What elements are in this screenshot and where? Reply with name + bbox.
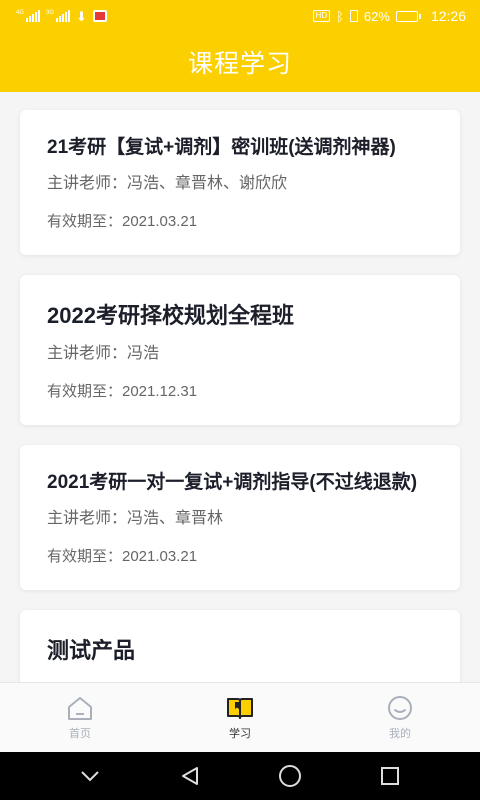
- home-icon: [68, 696, 92, 720]
- bluetooth-icon: ᛒ: [336, 8, 344, 24]
- tab-study[interactable]: 学习: [160, 683, 320, 752]
- home-circle-icon: [279, 765, 301, 787]
- course-title: 2021考研一对一复试+调剂指导(不过线退款): [47, 472, 418, 493]
- recents-square-icon: [381, 767, 399, 785]
- back-triangle-icon: [182, 767, 198, 785]
- bottom-tab-bar: 首页 学习 我的: [0, 682, 480, 752]
- course-teacher: 主讲老师：冯浩: [47, 345, 160, 362]
- chevron-down-icon: [81, 771, 99, 782]
- system-nav-bar: [0, 752, 480, 800]
- tab-mine[interactable]: 我的: [320, 683, 480, 752]
- page-title: 课程学习: [187, 50, 292, 78]
- clock: 12:26: [430, 8, 466, 24]
- course-teacher: 主讲老师：冯浩、章晋林: [47, 510, 224, 527]
- course-expiry: 有效期至：2021.12.31: [47, 383, 198, 400]
- nav-recents-button[interactable]: [370, 756, 410, 796]
- tab-study-label: 学习: [229, 727, 251, 740]
- nav-back-button[interactable]: [170, 756, 210, 796]
- nav-hide-button[interactable]: [70, 756, 110, 796]
- tab-home[interactable]: 首页: [0, 683, 160, 752]
- course-card[interactable]: 21考研【复试+调剂】密训班(送调剂神器) 主讲老师：冯浩、章晋林、谢欣欣 有效…: [20, 110, 460, 255]
- signal-strength-icon: 3G: [46, 10, 71, 22]
- nav-home-button[interactable]: [270, 756, 310, 796]
- course-teacher: 主讲老师：冯浩、章晋林、谢欣欣: [47, 175, 288, 192]
- smile-icon: [388, 695, 412, 720]
- vibrate-icon: [349, 10, 358, 22]
- course-card[interactable]: 测试产品: [20, 610, 460, 682]
- course-list[interactable]: 21考研【复试+调剂】密训班(送调剂神器) 主讲老师：冯浩、章晋林、谢欣欣 有效…: [0, 92, 480, 682]
- signal-strength-icon: 4G: [16, 10, 41, 22]
- status-bar: 4G 3G ⬇ HD ᛒ 62% 12:26: [0, 0, 480, 32]
- course-title: 21考研【复试+调剂】密训班(送调剂神器): [47, 137, 396, 158]
- page-header: 课程学习: [0, 32, 480, 92]
- course-card[interactable]: 2022考研择校规划全程班 主讲老师：冯浩 有效期至：2021.12.31: [20, 275, 460, 425]
- hd-icon: HD: [312, 10, 331, 22]
- download-icon: ⬇: [76, 8, 87, 24]
- battery-icon: [395, 10, 421, 22]
- course-title: 2022考研择校规划全程班: [47, 303, 294, 328]
- tab-mine-label: 我的: [389, 727, 411, 740]
- course-title: 测试产品: [47, 638, 136, 663]
- course-expiry: 有效期至：2021.03.21: [47, 548, 198, 565]
- app-notification-icon: [92, 10, 107, 22]
- tab-home-label: 首页: [69, 727, 91, 740]
- book-icon: [227, 697, 253, 719]
- course-card[interactable]: 2021考研一对一复试+调剂指导(不过线退款) 主讲老师：冯浩、章晋林 有效期至…: [20, 445, 460, 590]
- battery-percent: 62%: [363, 8, 390, 24]
- course-expiry: 有效期至：2021.03.21: [47, 213, 198, 230]
